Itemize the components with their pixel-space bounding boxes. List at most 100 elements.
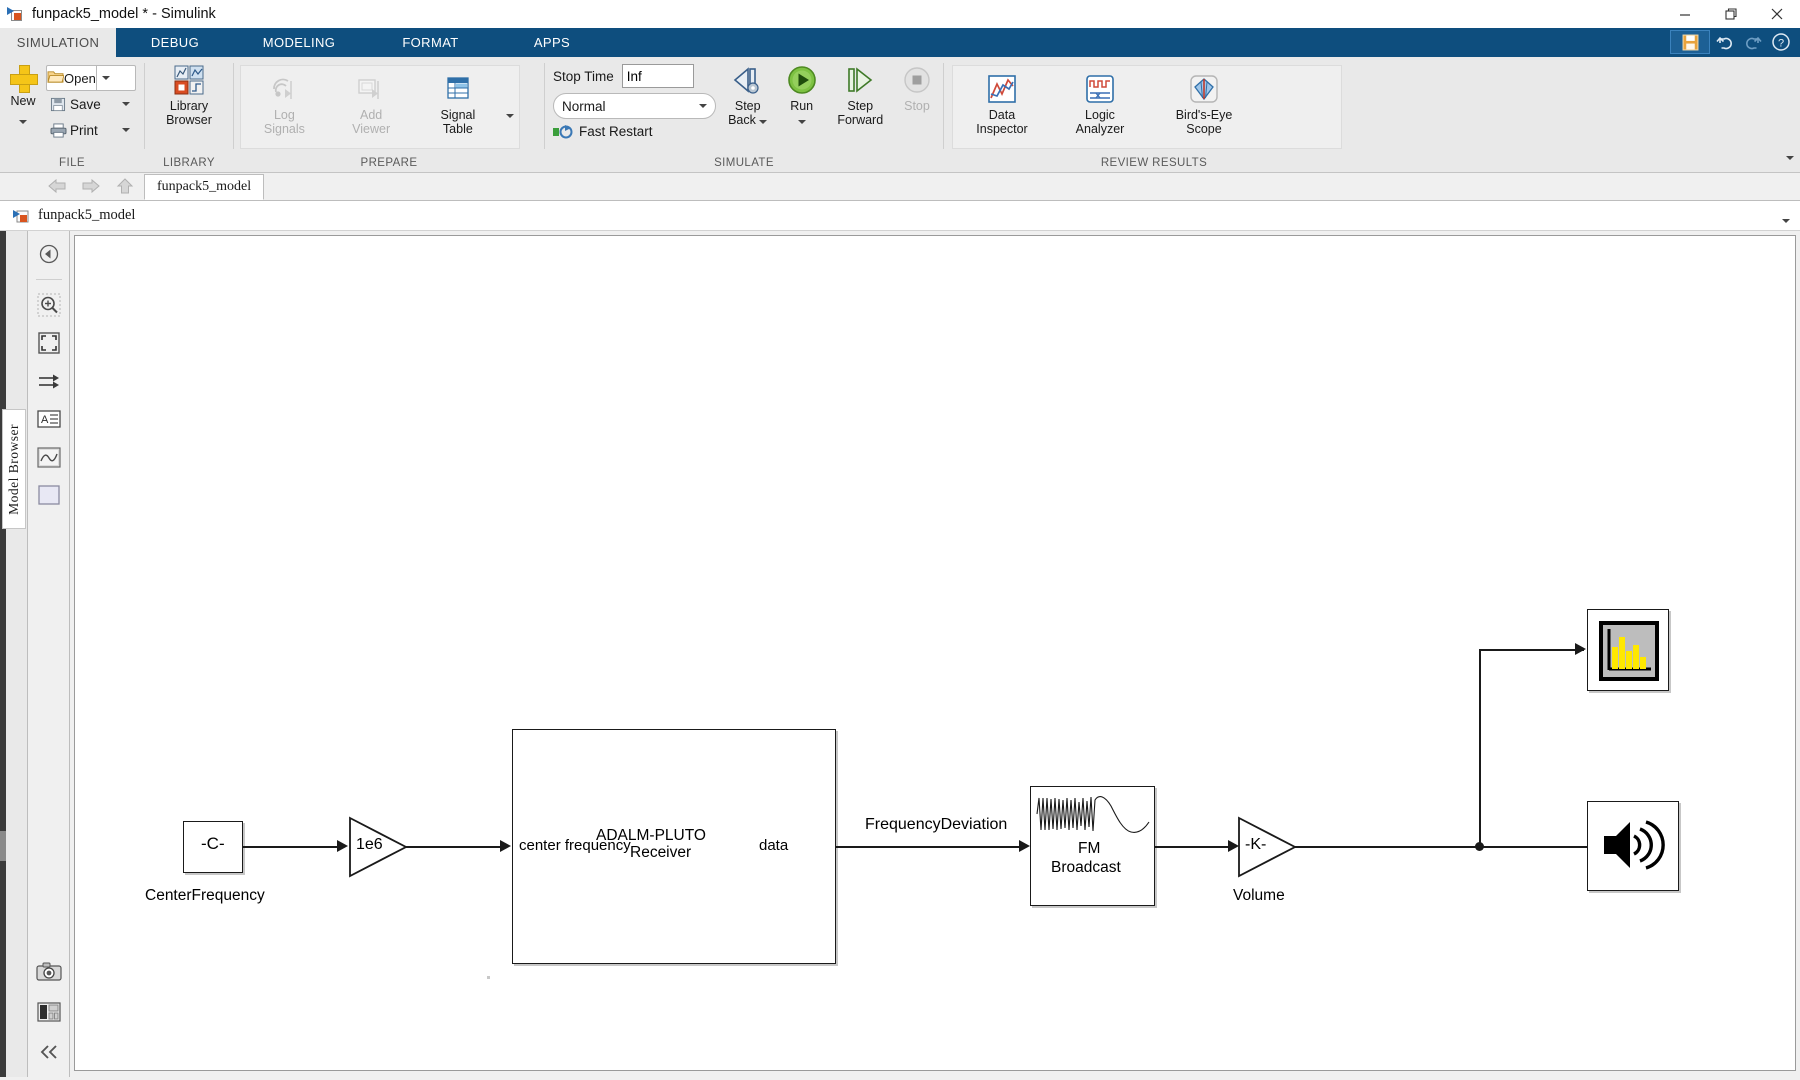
title-bar: funpack5_model * - Simulink bbox=[0, 0, 1800, 28]
signal-arrow bbox=[500, 840, 511, 852]
simulink-model-icon bbox=[13, 208, 30, 223]
model-tab[interactable]: funpack5_model bbox=[144, 174, 265, 200]
stop-icon bbox=[902, 63, 932, 97]
chevron-down-icon[interactable] bbox=[1782, 211, 1790, 226]
chevron-down-icon bbox=[102, 76, 111, 80]
ribbon-tab-strip: SIMULATION DEBUG MODELING FORMAT APPS ? bbox=[0, 28, 1800, 57]
prepare-more-button[interactable] bbox=[501, 74, 519, 158]
layout-icon[interactable] bbox=[36, 999, 62, 1025]
signal-line bbox=[1479, 649, 1584, 651]
data-inspector-icon bbox=[987, 72, 1017, 106]
adalm-pluto-output-port-label: data bbox=[759, 837, 789, 854]
logic-analyzer-button[interactable]: Logic Analyzer bbox=[1051, 72, 1149, 136]
svg-text:?: ? bbox=[1778, 38, 1784, 50]
save-button[interactable]: Save bbox=[46, 91, 136, 117]
scope-icon[interactable] bbox=[36, 444, 62, 470]
canvas-area: -C- CenterFrequency 1e6 ADALM-PLUTO Rece… bbox=[70, 231, 1800, 1077]
data-inspector-button[interactable]: Data Inspector bbox=[953, 72, 1051, 136]
minimize-icon[interactable] bbox=[1662, 0, 1708, 28]
run-icon bbox=[786, 63, 818, 97]
print-split-caret[interactable] bbox=[116, 128, 136, 132]
chevron-down-icon[interactable] bbox=[19, 120, 27, 124]
model-browser-label: Model Browser bbox=[6, 423, 21, 515]
signal-routing-icon[interactable] bbox=[36, 368, 62, 394]
step-back-button[interactable]: Step Back bbox=[722, 63, 774, 127]
step-forward-label-line2: Forward bbox=[837, 113, 884, 127]
ribbon-group-review-results: Data Inspector Logic Analyzer Bird's-Eye… bbox=[944, 57, 1364, 173]
tab-apps[interactable]: APPS bbox=[497, 28, 607, 57]
annotation-icon[interactable]: A bbox=[36, 406, 62, 432]
navigate-back-icon[interactable] bbox=[36, 241, 62, 267]
step-back-label-line1: Step bbox=[734, 99, 761, 113]
breadcrumb-label[interactable]: funpack5_model bbox=[38, 207, 135, 224]
signal-label-frequency-deviation: FrequencyDeviation bbox=[865, 816, 1008, 833]
ribbon-expand-button[interactable] bbox=[1786, 151, 1794, 163]
step-forward-icon bbox=[843, 63, 877, 97]
ribbon-group-prepare: Log Signals Add Viewer Signal Table PREP… bbox=[234, 57, 544, 173]
signal-line bbox=[243, 846, 340, 848]
library-browser-button[interactable]: Library Browser bbox=[149, 63, 229, 127]
arrow-left-icon[interactable] bbox=[46, 175, 68, 197]
adalm-pluto-input-port-label: center frequency bbox=[519, 837, 631, 854]
close-icon[interactable] bbox=[1754, 0, 1800, 28]
group-title-file: FILE bbox=[59, 157, 85, 169]
folder-open-icon bbox=[47, 69, 65, 87]
volume-gain-value: -K- bbox=[1245, 836, 1267, 853]
print-label: Print bbox=[70, 122, 98, 138]
tab-modeling[interactable]: MODELING bbox=[234, 28, 364, 57]
chevron-down-icon bbox=[1786, 156, 1794, 160]
undo-icon[interactable] bbox=[1712, 30, 1738, 54]
block-audio-device-writer[interactable] bbox=[1587, 801, 1679, 891]
run-button[interactable]: Run bbox=[774, 63, 830, 127]
group-title-simulate: SIMULATE bbox=[714, 157, 774, 169]
save-split-caret[interactable] bbox=[116, 102, 136, 106]
rail-splitter-handle[interactable] bbox=[0, 831, 6, 861]
block-spectrum-analyzer[interactable] bbox=[1587, 609, 1669, 691]
save-label: Save bbox=[70, 96, 101, 112]
fm-demod-waveform-icon bbox=[1035, 792, 1150, 836]
open-split-caret[interactable] bbox=[95, 65, 116, 91]
collapse-rail-icon[interactable] bbox=[36, 1039, 62, 1065]
breadcrumb-bar: funpack5_model bbox=[0, 201, 1800, 231]
signal-table-button[interactable]: Signal Table bbox=[415, 72, 502, 136]
signal-table-label-line1: Signal bbox=[440, 108, 476, 122]
redo-icon[interactable] bbox=[1740, 30, 1766, 54]
birds-eye-scope-button[interactable]: Bird's-Eye Scope bbox=[1149, 72, 1259, 136]
simulation-mode-select[interactable]: Normal bbox=[553, 93, 716, 119]
tab-simulation[interactable]: SIMULATION bbox=[0, 28, 116, 57]
chevron-down-icon[interactable] bbox=[797, 120, 806, 124]
step-back-label-line2: Back bbox=[728, 113, 756, 127]
fit-to-view-icon[interactable] bbox=[36, 330, 62, 356]
editor-main: Model Browser A -C- CenterFrequency 1e6 … bbox=[0, 231, 1800, 1077]
simulink-canvas[interactable]: -C- CenterFrequency 1e6 ADALM-PLUTO Rece… bbox=[74, 235, 1796, 1071]
subsystem-icon[interactable] bbox=[36, 482, 62, 508]
window-title: funpack5_model * - Simulink bbox=[32, 5, 216, 22]
help-icon[interactable]: ? bbox=[1768, 30, 1794, 54]
chevron-down-icon[interactable] bbox=[759, 120, 768, 124]
new-button[interactable]: New bbox=[0, 63, 46, 127]
tab-debug[interactable]: DEBUG bbox=[116, 28, 234, 57]
log-signals-label-line2: Signals bbox=[263, 122, 305, 136]
stop-time-input[interactable] bbox=[621, 64, 694, 88]
chevron-down-icon bbox=[506, 114, 515, 118]
spectrum-analyzer-icon bbox=[1599, 621, 1659, 681]
birds-eye-scope-label-line2: Scope bbox=[1186, 122, 1222, 136]
save-icon[interactable] bbox=[1670, 30, 1710, 54]
tab-format[interactable]: FORMAT bbox=[364, 28, 497, 57]
add-viewer-label-line2: Viewer bbox=[352, 122, 391, 136]
zoom-in-icon[interactable] bbox=[36, 292, 62, 318]
logic-analyzer-icon bbox=[1085, 72, 1115, 106]
fast-restart-toggle[interactable]: Fast Restart bbox=[553, 124, 722, 139]
model-browser-tab[interactable]: Model Browser bbox=[2, 409, 26, 529]
camera-icon[interactable] bbox=[36, 959, 62, 985]
arrow-right-icon[interactable] bbox=[80, 175, 102, 197]
print-button[interactable]: Print bbox=[46, 117, 136, 143]
step-forward-button[interactable]: Step Forward bbox=[830, 63, 891, 127]
ribbon-group-simulate: Stop Time Normal Fast Restart bbox=[545, 57, 943, 173]
logic-analyzer-label-line2: Analyzer bbox=[1075, 122, 1125, 136]
arrow-up-icon[interactable] bbox=[114, 175, 136, 197]
data-inspector-label-line1: Data bbox=[988, 108, 1016, 122]
restore-icon[interactable] bbox=[1708, 0, 1754, 28]
chevron-down-icon bbox=[122, 102, 130, 106]
open-button[interactable]: Open bbox=[46, 65, 136, 91]
